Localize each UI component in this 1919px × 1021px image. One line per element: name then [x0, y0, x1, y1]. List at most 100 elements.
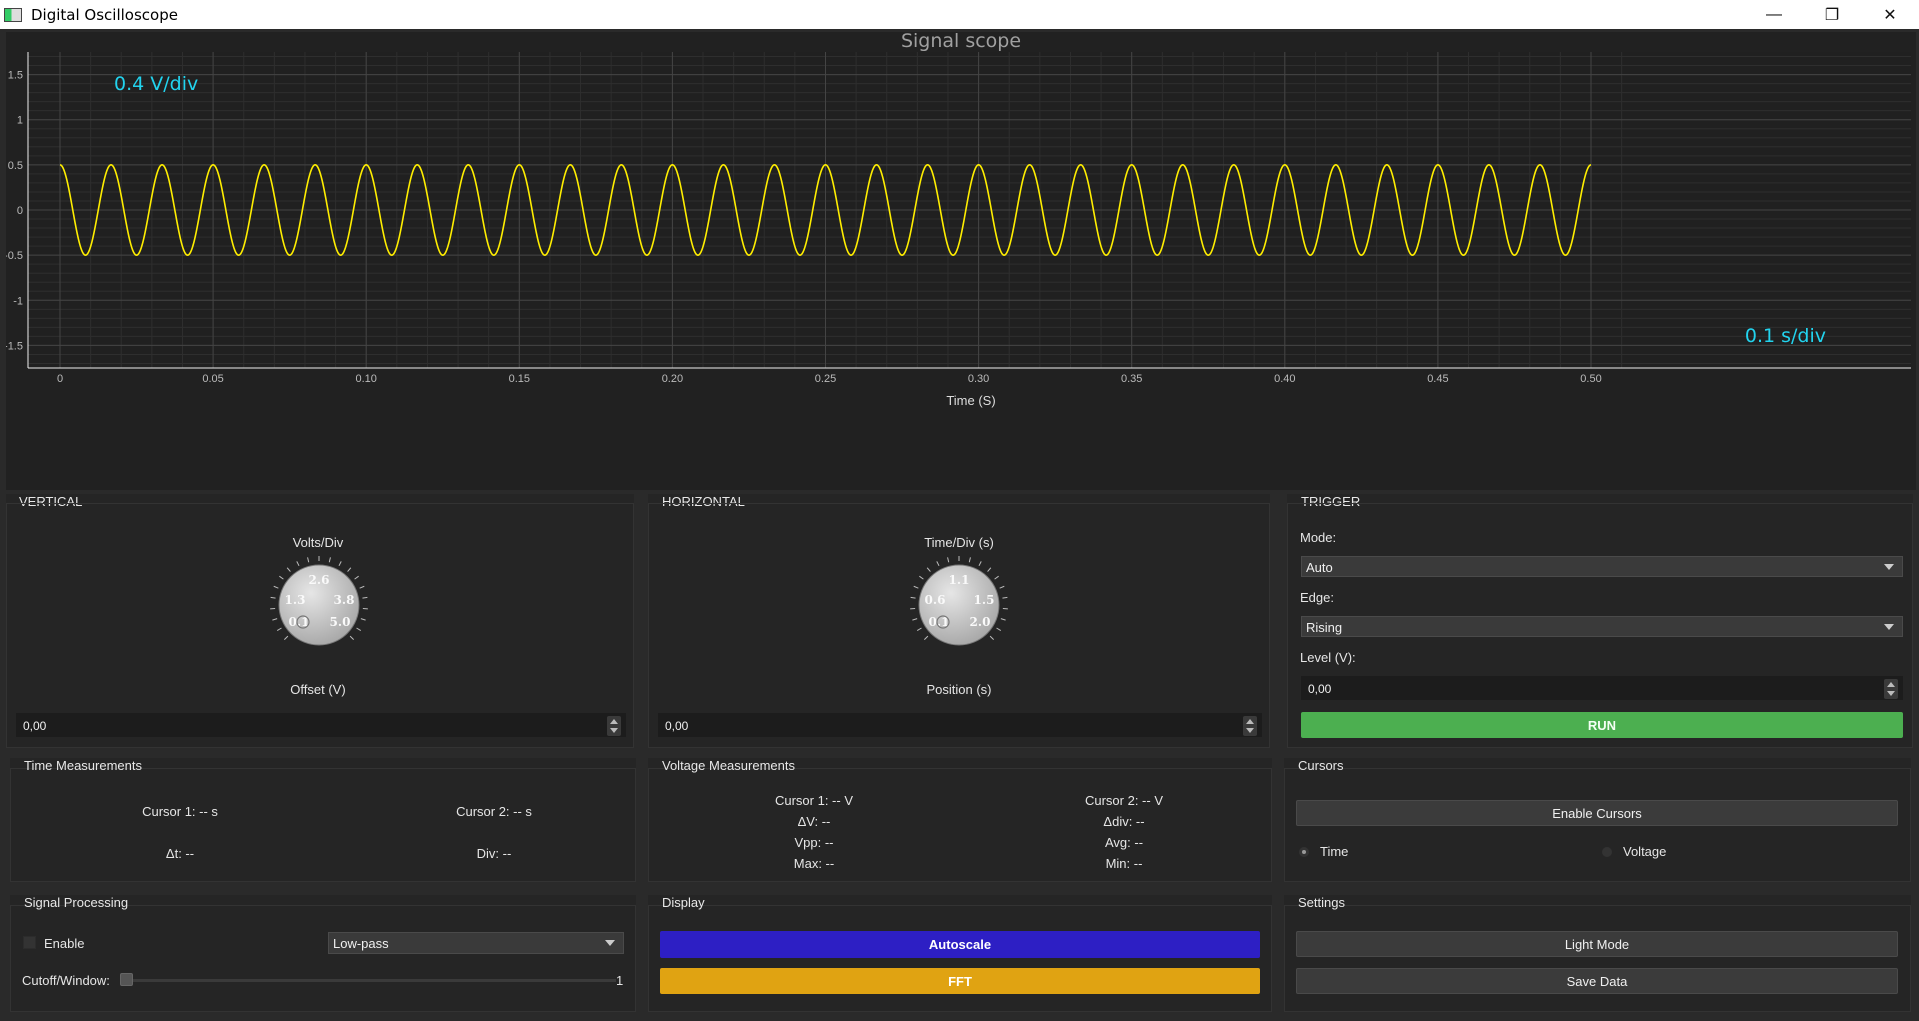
offset-label: Offset (V)	[290, 682, 346, 697]
enable-filter-checkbox[interactable]	[23, 936, 36, 949]
knob-scale-label: 1.5	[974, 593, 995, 607]
offset-stepper[interactable]	[607, 716, 621, 736]
trigger-level-label: Level (V):	[1300, 650, 1356, 665]
knob-tick	[926, 567, 931, 572]
knob-tick	[999, 585, 1005, 589]
up-arrow-icon[interactable]	[610, 719, 618, 724]
voltage-measurements-title: Voltage Measurements	[662, 758, 795, 773]
light-mode-button[interactable]: Light Mode	[1296, 931, 1898, 957]
minimize-button[interactable]: —	[1745, 0, 1803, 29]
x-axis-label: Time (S)	[946, 393, 995, 408]
knob-tick	[362, 596, 368, 599]
title-bar: Digital Oscilloscope — ❐ ✕	[0, 0, 1919, 29]
trigger-mode-select[interactable]: Auto	[1301, 556, 1903, 577]
chevron-down-icon	[1884, 624, 1894, 630]
knob-tick	[276, 627, 282, 632]
time-radio-label[interactable]: Time	[1320, 844, 1348, 859]
down-arrow-icon[interactable]	[610, 728, 618, 733]
knob-tick	[354, 575, 359, 580]
knob-tick	[349, 635, 355, 641]
knob-tick	[270, 596, 276, 599]
cutoff-label: Cutoff/Window:	[22, 973, 110, 988]
chevron-down-icon	[605, 940, 615, 946]
x-tick-label: 0.10	[355, 373, 376, 385]
autoscale-button[interactable]: Autoscale	[660, 931, 1260, 958]
fft-button[interactable]: FFT	[660, 968, 1260, 994]
knob-scale-label: 1.1	[949, 573, 970, 587]
voltage-vpp: Vpp: --	[794, 835, 834, 850]
knob-scale-label: 2.6	[309, 573, 330, 587]
y-tick-label: 0	[17, 205, 23, 217]
knob-tick	[347, 567, 352, 572]
cutoff-slider-track[interactable]	[120, 979, 616, 982]
x-tick-label: 0.45	[1427, 373, 1448, 385]
voltage-radio[interactable]	[1602, 847, 1612, 857]
y-tick-label: -0.5	[6, 250, 23, 262]
x-tick-label: 0.20	[662, 373, 683, 385]
trigger-mode-value: Auto	[1306, 560, 1333, 575]
trigger-edge-select[interactable]: Rising	[1301, 616, 1903, 637]
filter-type-select[interactable]: Low-pass	[328, 932, 624, 954]
position-stepper[interactable]	[1243, 716, 1257, 736]
trigger-level-stepper[interactable]	[1884, 679, 1898, 699]
knob-scale-label: 5.0	[330, 615, 351, 629]
up-arrow-icon[interactable]	[1246, 719, 1254, 724]
down-arrow-icon[interactable]	[1246, 728, 1254, 733]
time-div-label: Time/Div (s)	[924, 535, 994, 550]
settings-panel: Settings Light Mode Save Data	[1284, 895, 1911, 1012]
run-button[interactable]: RUN	[1301, 712, 1903, 738]
close-button[interactable]: ✕	[1861, 0, 1919, 29]
knob-tick	[356, 627, 362, 632]
time-div: Div: --	[476, 846, 512, 861]
signal-plot[interactable]: 0 0.05 0.10 0.15 0.20 0.25 0.30 0.35 0.40 0.45 0.5…	[6, 32, 1916, 490]
up-arrow-icon[interactable]	[1887, 682, 1895, 687]
app-icon	[4, 7, 22, 22]
signal-processing-title: Signal Processing	[24, 895, 129, 910]
trigger-level-spinbox[interactable]: 0,00	[1301, 676, 1903, 700]
down-arrow-icon[interactable]	[1887, 691, 1895, 696]
x-tick-label: 0.05	[202, 373, 223, 385]
display-frame	[648, 905, 1272, 1012]
knob-tick	[989, 635, 995, 641]
display-title: Display	[662, 895, 705, 910]
voltage-ddiv: Δdiv: --	[1103, 814, 1145, 829]
position-spinbox[interactable]: 0,00	[658, 713, 1262, 737]
enable-filter-label[interactable]: Enable	[44, 936, 84, 951]
knob-scale-label: 0.6	[925, 593, 946, 607]
knob-tick	[987, 567, 992, 572]
knob-tick	[978, 561, 982, 567]
time-measurements-title: Time Measurements	[24, 758, 142, 773]
knob-tick	[919, 575, 924, 580]
time-measurements-frame	[10, 768, 636, 882]
x-tick-label: 0.50	[1580, 373, 1601, 385]
cursors-panel: Cursors Enable Cursors Time Voltage	[1284, 758, 1911, 882]
save-data-button[interactable]: Save Data	[1296, 968, 1898, 994]
enable-cursors-button[interactable]: Enable Cursors	[1296, 800, 1898, 826]
knob-tick	[968, 557, 971, 563]
knob-tick	[916, 627, 922, 632]
x-tick-label: 0	[57, 373, 63, 385]
y-tick-label: 1.5	[8, 70, 23, 82]
time-div-knob[interactable]: 1.10.6 1.50.1 2.0	[906, 552, 1012, 658]
voltage-delta: ΔV: --	[797, 814, 831, 829]
time-radio[interactable]	[1299, 847, 1309, 857]
trigger-panel: TRIGGER Mode: Auto Edge: Rising Level (V…	[1287, 494, 1913, 748]
knob-tick	[947, 557, 950, 563]
knob-tick	[1000, 618, 1006, 621]
maximize-button[interactable]: ❐	[1803, 0, 1861, 29]
plot-title: Signal scope	[901, 32, 1021, 52]
scope-chart[interactable]: 0 0.05 0.10 0.15 0.20 0.25 0.30 0.35 0.40 0.45 0.5…	[6, 32, 1916, 490]
offset-spinbox[interactable]: 0,00	[16, 713, 626, 737]
knob-tick	[272, 618, 278, 621]
trigger-mode-label: Mode:	[1300, 530, 1337, 545]
time-measurements-panel: Time Measurements Cursor 1: -- s Cursor …	[10, 758, 636, 882]
display-panel: Display Autoscale FFT	[648, 895, 1272, 1012]
time-per-div-label: 0.1 s/div	[1745, 325, 1826, 347]
volts-div-knob[interactable]: 2.61.3 3.80.1 5.0	[266, 552, 372, 658]
knob-tick	[360, 618, 366, 621]
volts-div-label: Volts/Div	[292, 535, 344, 550]
knob-tick	[283, 635, 289, 641]
cutoff-slider-handle[interactable]	[120, 973, 133, 986]
knob-tick	[994, 575, 999, 580]
voltage-radio-label[interactable]: Voltage	[1623, 844, 1666, 859]
